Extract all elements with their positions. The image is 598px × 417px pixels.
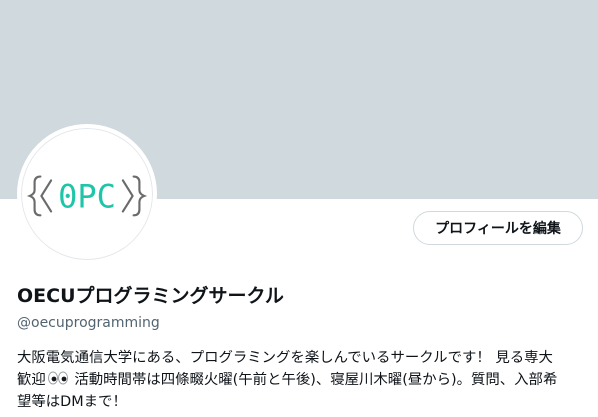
- edit-profile-button[interactable]: プロフィールを編集: [413, 211, 583, 245]
- bio-line-3: 望等はDMまで！: [17, 394, 127, 410]
- right-angle-icon: [121, 179, 134, 213]
- bio-welcome-text: 歓迎: [17, 372, 46, 388]
- eyes-emoji-icon: [47, 371, 68, 385]
- left-brace-icon: [26, 175, 42, 217]
- left-angle-icon: [40, 179, 53, 213]
- profile-bio: 大阪電気通信大学にある、プログラミングを楽しんでいるサークルです！ 見る専大 歓…: [17, 347, 583, 413]
- bio-line-1: 大阪電気通信大学にある、プログラミングを楽しんでいるサークルです！ 見る専大: [17, 350, 553, 366]
- bio-line-2: 歓迎 活動時間帯は四條畷火曜(午前と午後)、寝屋川木曜(昼から)。質問、入部希: [17, 369, 583, 391]
- profile-page: 0PC プロフィールを編集 OECUプログラミングサークル @oecuprogr…: [0, 0, 598, 417]
- profile-avatar[interactable]: 0PC: [17, 124, 157, 264]
- display-name: OECUプログラミングサークル: [17, 285, 284, 307]
- bio-activity-text: 活動時間帯は四條畷火曜(午前と午後)、寝屋川木曜(昼から)。質問、入部希: [74, 372, 558, 388]
- logo-text: 0PC: [58, 178, 116, 216]
- opc-logo-icon: 0PC: [26, 175, 148, 217]
- right-brace-icon: [132, 175, 148, 217]
- user-handle: @oecuprogramming: [17, 315, 160, 331]
